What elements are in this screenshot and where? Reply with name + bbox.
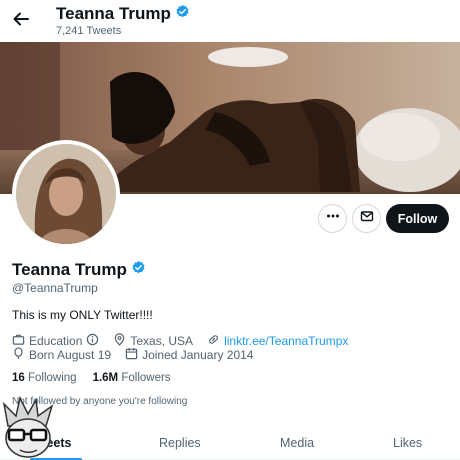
envelope-icon [360, 209, 374, 228]
followers-label: Followers [121, 372, 171, 384]
profile-bio: This is my ONLY Twitter!!!! [12, 308, 153, 322]
more-options-button[interactable] [318, 204, 347, 233]
profile-location: Texas, USA [130, 334, 194, 348]
back-arrow-icon[interactable] [11, 9, 31, 29]
verified-badge-icon [175, 4, 190, 24]
tweet-count: 7,241 Tweets [56, 25, 122, 37]
message-button[interactable] [352, 204, 381, 233]
profile-avatar[interactable] [12, 140, 120, 248]
profile-stats: 16 Following 1.6M Followers [12, 372, 171, 384]
verified-badge-icon [131, 260, 146, 280]
profile-display-name: Teanna Trump [12, 260, 146, 280]
header-title: Teanna Trump [56, 4, 190, 24]
mascot-watermark-icon [0, 395, 58, 460]
profile-website-link[interactable]: linktr.ee/TeannaTrumpx [224, 334, 348, 348]
profile-meta-row-2: Born August 19 Joined January 2014 [12, 347, 253, 363]
following-link[interactable]: 16 Following [12, 372, 77, 384]
followers-link[interactable]: 1.6M Followers [93, 372, 171, 384]
calendar-icon [125, 347, 138, 363]
profile-category: Education [29, 334, 83, 348]
tab-media[interactable]: Media [280, 436, 314, 450]
profile-tabs: Tweets Replies Media Likes [0, 426, 460, 460]
header-name: Teanna Trump [56, 4, 171, 23]
following-count: 16 [12, 372, 25, 384]
follow-button[interactable]: Follow [386, 204, 449, 233]
followers-count: 1.6M [92, 372, 119, 384]
tab-replies[interactable]: Replies [159, 436, 201, 450]
tab-likes[interactable]: Likes [393, 436, 422, 450]
following-label: Following [28, 372, 77, 384]
profile-joined-date: Joined January 2014 [142, 348, 254, 362]
profile-birthday: Born August 19 [29, 348, 112, 362]
display-name-text: Teanna Trump [12, 260, 127, 279]
top-bar: Teanna Trump 7,241 Tweets [0, 0, 460, 42]
more-horizontal-icon [326, 209, 340, 228]
profile-handle: @TeannaTrump [12, 281, 98, 295]
balloon-icon [12, 347, 25, 363]
